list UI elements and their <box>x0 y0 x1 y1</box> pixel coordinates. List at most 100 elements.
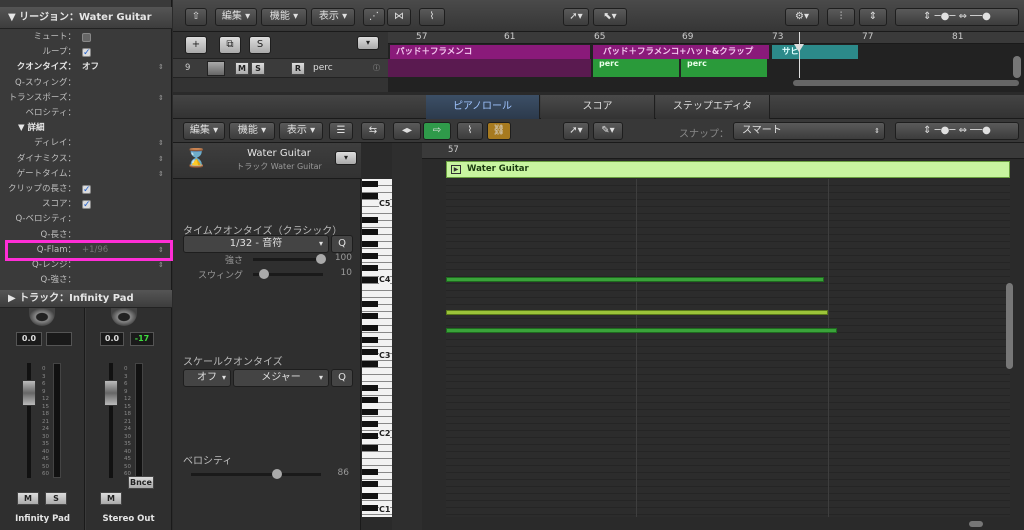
black-key[interactable] <box>362 481 378 487</box>
track-row[interactable]: 9 M S R perc ⓘ <box>173 58 388 78</box>
region-bar-water-guitar[interactable]: ▶ Water Guitar <box>446 161 1010 178</box>
black-key[interactable] <box>362 253 378 259</box>
waveform-zoom-icon[interactable]: ⫶ <box>827 8 855 26</box>
tab-step-editor[interactable]: ステップエディタ <box>656 95 770 119</box>
editor-view-menu[interactable]: 表示 ▾ <box>279 122 323 140</box>
volume-fader[interactable] <box>104 380 118 406</box>
region-chorus[interactable]: サビ <box>772 45 858 59</box>
track-name[interactable]: perc <box>313 63 333 73</box>
editor-pointer-tool-icon[interactable]: ➚▾ <box>563 122 589 140</box>
black-key[interactable] <box>362 277 378 283</box>
input-monitor-icon[interactable]: ⓘ <box>373 63 380 73</box>
link-green-icon[interactable]: ⇨ <box>423 122 451 140</box>
track-mute-button[interactable]: M <box>235 62 249 75</box>
pointer-tool-icon[interactable]: ➚▾ <box>563 8 589 26</box>
stepper-icon[interactable]: ⇕ <box>158 60 164 75</box>
chain-link-icon[interactable]: ⛓ <box>487 122 511 140</box>
midi-note[interactable] <box>446 277 824 282</box>
stepper-icon[interactable]: ⇕ <box>158 167 164 182</box>
scale-quantize-q-button[interactable]: Q <box>331 369 353 387</box>
param-row[interactable]: クオンタイズ： オフ ⇕ <box>0 60 172 75</box>
param-row[interactable]: ▼ 詳細 <box>0 121 172 136</box>
editor-zoom-sliders[interactable]: ⇕ ─●─ ⇔ ──● <box>895 122 1019 140</box>
black-key[interactable] <box>362 505 378 511</box>
checkbox[interactable]: ✓ <box>82 185 91 195</box>
note-grid[interactable] <box>446 179 1010 517</box>
region-pad-flamenco[interactable]: パッド＋フラメンコ <box>390 45 590 59</box>
velocity-slider[interactable] <box>191 473 321 476</box>
param-row[interactable]: ダイナミクス： ⇕ <box>0 152 172 167</box>
tab-piano-roll[interactable]: ピアノロール <box>426 95 540 119</box>
param-row[interactable]: ベロシティ： <box>0 106 172 121</box>
black-key[interactable] <box>362 337 378 343</box>
functions-menu[interactable]: 機能 ▾ <box>261 8 307 26</box>
black-key[interactable] <box>362 217 378 223</box>
stepper-icon[interactable]: ⇕ <box>158 136 164 151</box>
region-perc-2[interactable]: perc <box>681 59 767 77</box>
black-key[interactable] <box>362 409 378 415</box>
flex-icon[interactable]: ⌇ <box>419 8 445 26</box>
checkbox[interactable]: ✓ <box>82 200 91 210</box>
midi-note[interactable] <box>446 310 828 315</box>
piano-keyboard[interactable]: C5 C4 C3 C2 C1 <box>362 179 392 517</box>
scale-mode-select[interactable]: メジャー ▾ <box>233 369 329 387</box>
list-icon[interactable]: ☰ <box>329 122 353 140</box>
param-value[interactable]: オフ <box>82 60 99 75</box>
black-key[interactable] <box>362 181 378 187</box>
param-row[interactable]: Q-強さ： <box>0 273 172 288</box>
strength-slider-thumb[interactable] <box>316 254 326 264</box>
region-menu-icon[interactable]: ▾ <box>335 151 357 165</box>
black-key[interactable] <box>362 445 378 451</box>
black-key[interactable] <box>362 313 378 319</box>
param-row[interactable]: スコア： ✓ <box>0 197 172 212</box>
playhead[interactable] <box>799 32 800 78</box>
mute-button[interactable]: M <box>17 492 39 505</box>
stepper-icon[interactable]: ⇕ <box>158 152 164 167</box>
black-key[interactable] <box>362 469 378 475</box>
record-enable-button[interactable]: R <box>291 62 305 75</box>
region-inspector-header[interactable]: ▼ リージョン：Water Guitar <box>0 7 172 29</box>
piano-roll-horizontal-scrollbar[interactable] <box>969 521 983 527</box>
black-key[interactable] <box>362 325 378 331</box>
up-arrow-button[interactable]: ⇧ <box>185 8 207 26</box>
tab-score[interactable]: スコア <box>541 95 655 119</box>
piano-roll-vertical-scrollbar[interactable] <box>1006 283 1013 369</box>
collapse-icon[interactable]: ▾ <box>357 36 379 50</box>
pan-knob[interactable] <box>111 308 137 326</box>
flex-editor-icon[interactable]: ⌇ <box>457 122 483 140</box>
edit-menu[interactable]: 編集 ▾ <box>215 8 257 26</box>
param-row[interactable]: ループ： ✓ <box>0 45 172 60</box>
black-key[interactable] <box>362 385 378 391</box>
capture-icon[interactable]: ◂▸ <box>393 122 421 140</box>
editor-edit-menu[interactable]: 編集 ▾ <box>183 122 225 140</box>
swing-slider-thumb[interactable] <box>259 269 269 279</box>
black-key[interactable] <box>362 229 378 235</box>
gear-icon[interactable]: ⚙▾ <box>785 8 819 26</box>
param-row[interactable]: ミュート： <box>0 30 172 45</box>
new-folder-icon[interactable]: ⧉ <box>219 36 241 54</box>
param-row[interactable]: ディレイ： ⇕ <box>0 136 172 151</box>
param-row[interactable]: クリップの長さ： ✓ <box>0 182 172 197</box>
snap-select[interactable]: スマート ⇕ <box>733 122 885 140</box>
bounce-button[interactable]: Bnce <box>128 476 154 489</box>
strength-slider[interactable] <box>253 258 323 261</box>
view-menu[interactable]: 表示 ▾ <box>311 8 355 26</box>
horizontal-scrollbar[interactable] <box>793 80 1019 86</box>
volume-fader[interactable] <box>22 380 36 406</box>
black-key[interactable] <box>362 241 378 247</box>
black-key[interactable] <box>362 301 378 307</box>
stepper-icon[interactable]: ⇕ <box>158 91 164 106</box>
catch-icon[interactable]: ⋰ <box>363 8 385 26</box>
black-key[interactable] <box>362 433 378 439</box>
scale-root-select[interactable]: オフ ▾ <box>183 369 231 387</box>
pencil-tool-icon[interactable]: ✎▾ <box>593 122 623 140</box>
velocity-slider-thumb[interactable] <box>272 469 282 479</box>
midi-in-icon[interactable]: ⇆ <box>361 122 385 140</box>
mute-button[interactable]: M <box>100 492 122 505</box>
solo-button[interactable]: S <box>45 492 67 505</box>
param-row[interactable]: Q-ベロシティ： <box>0 212 172 227</box>
editor-functions-menu[interactable]: 機能 ▾ <box>229 122 275 140</box>
black-key[interactable] <box>362 493 378 499</box>
catch-playhead-icon[interactable]: ⌛ <box>185 148 207 169</box>
zoom-sliders[interactable]: ⇕ ─●─ ⇔ ──● <box>895 8 1019 26</box>
